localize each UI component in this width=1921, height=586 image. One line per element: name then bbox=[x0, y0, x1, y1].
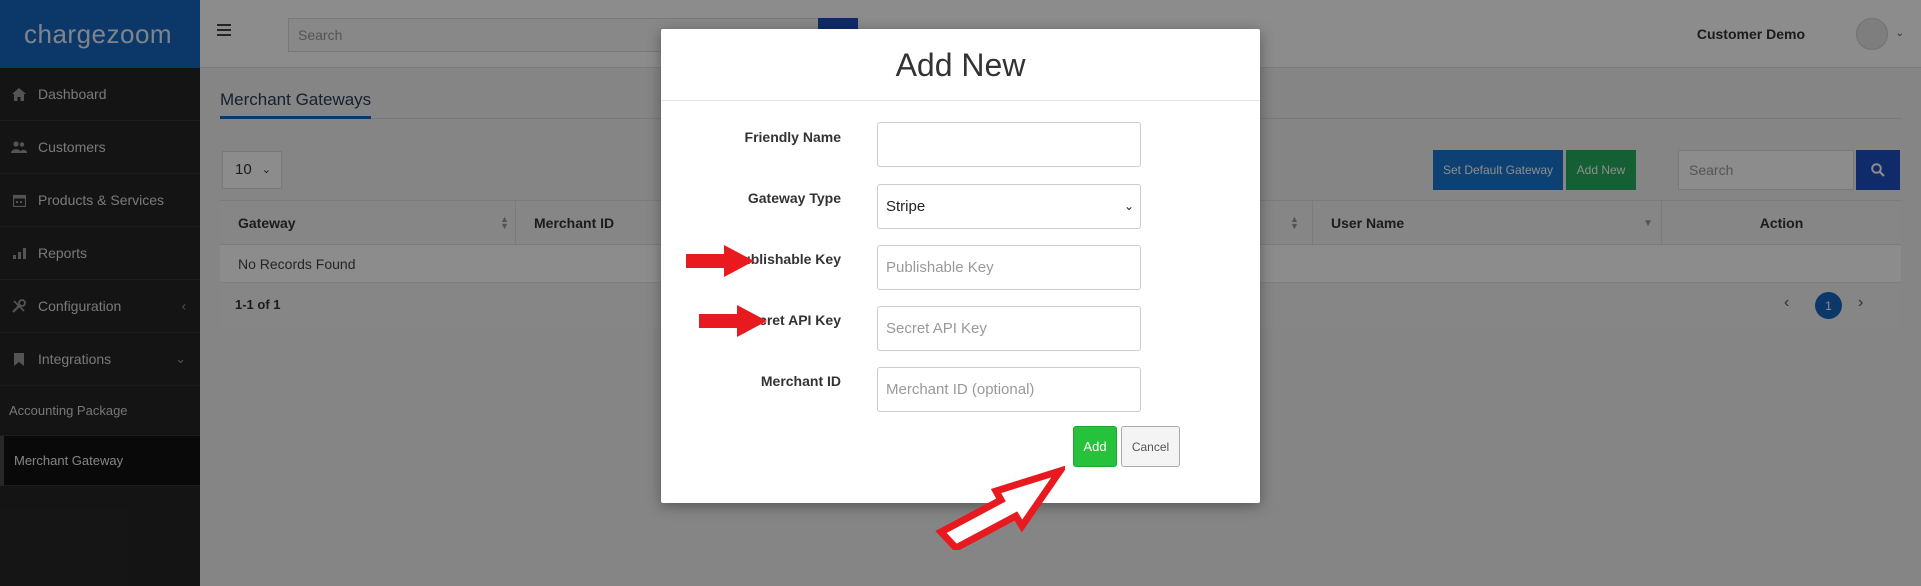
publishable-key-input[interactable]: Publishable Key bbox=[877, 245, 1141, 290]
friendly-name-label: Friendly Name bbox=[744, 129, 841, 145]
annotation-arrow-icon bbox=[699, 305, 767, 337]
chevron-down-icon: ⌄ bbox=[1123, 199, 1134, 213]
merchant-id-input[interactable]: Merchant ID (optional) bbox=[877, 367, 1141, 412]
add-button[interactable]: Add bbox=[1073, 426, 1117, 467]
secret-api-key-input[interactable]: Secret API Key bbox=[877, 306, 1141, 351]
annotation-arrow-icon bbox=[686, 245, 754, 277]
friendly-name-input[interactable] bbox=[877, 122, 1141, 167]
gateway-type-value: Stripe bbox=[886, 198, 926, 215]
cancel-button[interactable]: Cancel bbox=[1121, 426, 1180, 467]
gateway-type-label: Gateway Type bbox=[747, 190, 841, 206]
modal-title: Add New bbox=[661, 29, 1260, 101]
annotation-arrow-icon bbox=[935, 466, 1065, 550]
merchant-id-label: Merchant ID bbox=[760, 373, 841, 389]
gateway-type-select[interactable]: Stripe ⌄ bbox=[877, 184, 1141, 229]
